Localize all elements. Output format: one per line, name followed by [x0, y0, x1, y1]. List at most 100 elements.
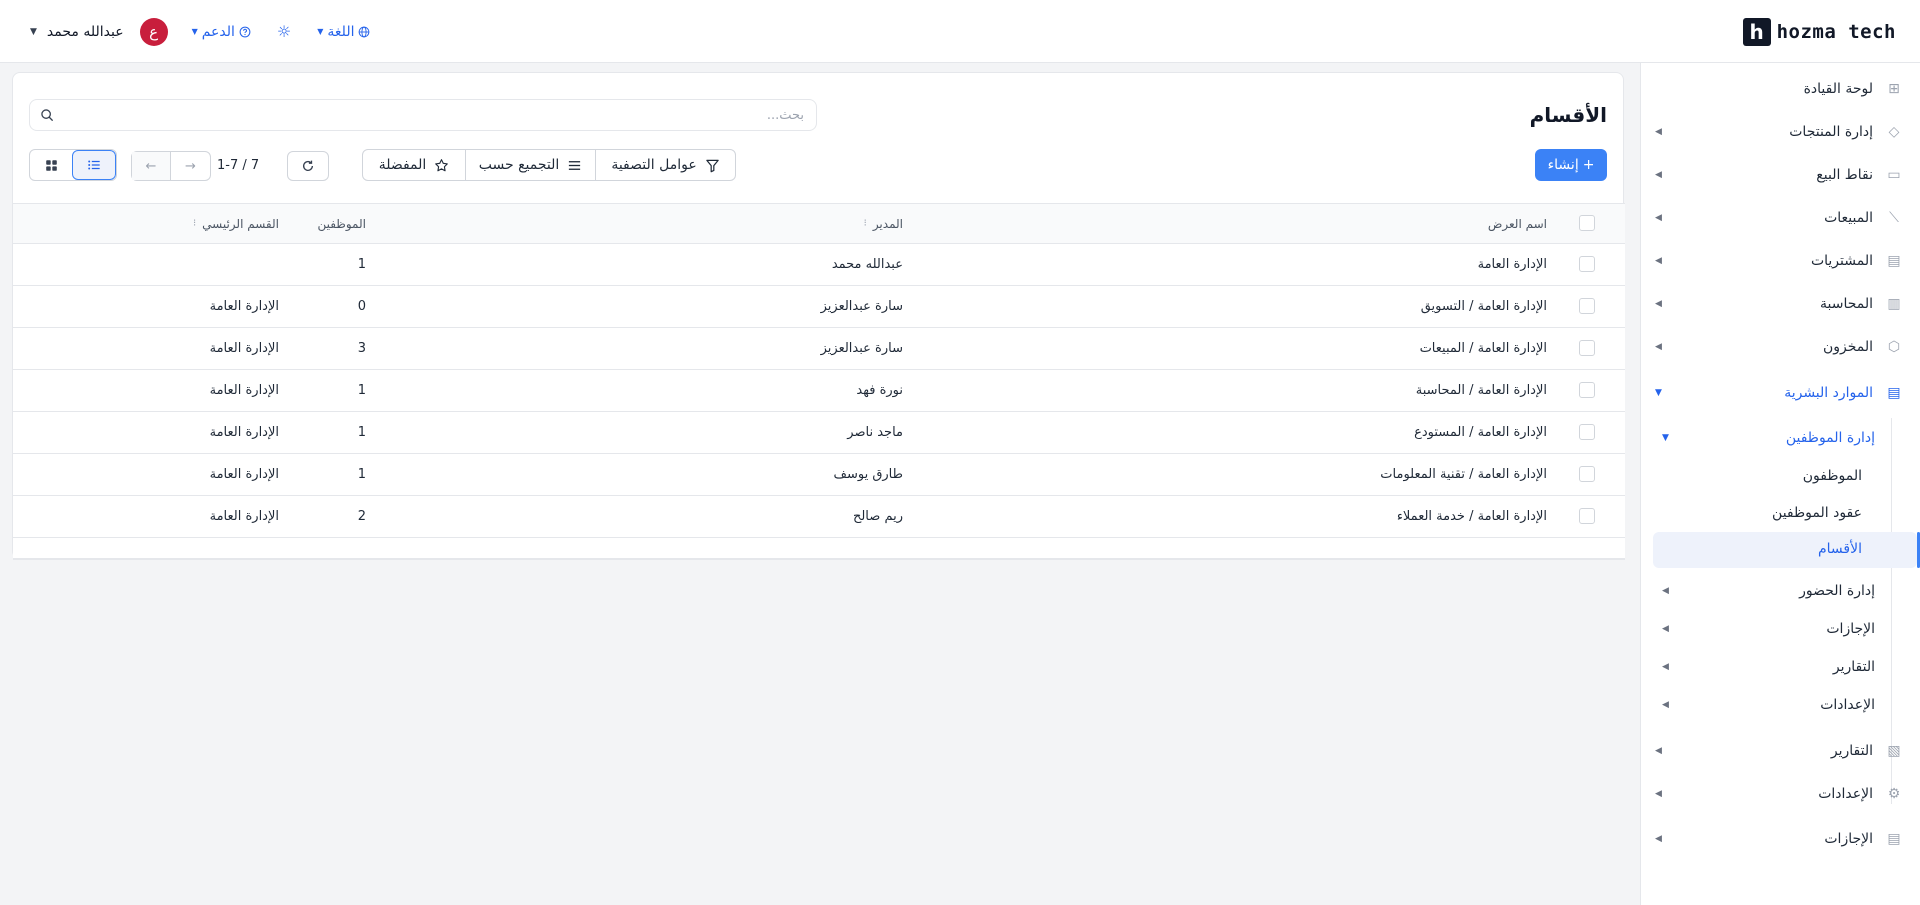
refresh-icon: [302, 160, 314, 171]
table-footer: [13, 538, 1625, 560]
cell-manager: ريم صالح: [852, 509, 903, 524]
table-row[interactable]: الإدارة العامة / التسويق سارة عبدالعزيز …: [13, 286, 1625, 328]
cell-employees: 1: [357, 383, 366, 398]
column-header-manager[interactable]: المدير ⁝: [864, 204, 903, 243]
plus-icon: +: [1582, 157, 1595, 173]
table-row[interactable]: الإدارة العامة / تقنية المعلومات طارق يو…: [13, 454, 1625, 496]
cell-employees: 1: [357, 467, 366, 482]
submenu-label: الإعدادات: [1820, 697, 1875, 713]
favorites-button[interactable]: المفضلة: [363, 150, 465, 180]
sidebar-item-reports[interactable]: ▧ التقارير ◀: [1640, 733, 1920, 769]
theme-toggle-sun-icon[interactable]: ☼: [277, 22, 291, 41]
brand-logo[interactable]: h hozma tech: [1742, 18, 1896, 46]
sidebar-item-accounting[interactable]: ▥ المحاسبة ◀: [1640, 286, 1920, 322]
submenu-employees[interactable]: الموظفون: [1640, 459, 1920, 493]
sidebar-item-label: الإعدادات: [1818, 786, 1873, 802]
sidebar-item-pos[interactable]: ▭ نقاط البيع ◀: [1640, 157, 1920, 193]
cell-employees: 1: [357, 257, 366, 272]
group-by-button[interactable]: التجميع حسب: [465, 150, 595, 180]
cell-name: الإدارة العامة / المبيعات: [1419, 341, 1547, 356]
submenu-label: عقود الموظفين: [1772, 505, 1862, 521]
next-page-arrow-icon[interactable]: →: [171, 152, 210, 180]
column-header-name[interactable]: اسم العرض: [1488, 204, 1547, 243]
sidebar-item-label: إدارة المنتجات: [1789, 124, 1873, 140]
row-checkbox[interactable]: [1579, 256, 1595, 272]
row-checkbox[interactable]: [1579, 340, 1595, 356]
filters-button[interactable]: عوامل التصفية: [595, 150, 735, 180]
column-header-label: المدير: [872, 216, 903, 231]
table-row[interactable]: الإدارة العامة / المستودع ماجد ناصر 1 ال…: [13, 412, 1625, 454]
logo-mark: h: [1742, 18, 1771, 46]
search-box[interactable]: [29, 99, 817, 131]
table-row[interactable]: الإدارة العامة عبدالله محمد 1: [13, 244, 1625, 286]
chevron-left-icon: ◀: [1662, 624, 1669, 634]
store-icon: ▭: [1887, 167, 1901, 183]
cell-employees: 3: [357, 341, 366, 356]
column-header-parent[interactable]: القسم الرئيسي ⁝: [193, 204, 279, 243]
refresh-button[interactable]: [287, 151, 329, 181]
search-icon[interactable]: [40, 108, 54, 122]
row-checkbox[interactable]: [1579, 382, 1595, 398]
box-icon: ⬡: [1887, 339, 1901, 355]
row-checkbox[interactable]: [1579, 298, 1595, 314]
grid-view-button[interactable]: [30, 150, 72, 180]
language-menu[interactable]: ▼ اللغة: [317, 24, 370, 40]
select-all-checkbox[interactable]: [1579, 215, 1595, 231]
sidebar-item-hr[interactable]: ▤ الموارد البشرية ▼: [1640, 375, 1920, 411]
row-checkbox[interactable]: [1579, 424, 1595, 440]
submenu-contracts[interactable]: عقود الموظفين: [1640, 496, 1920, 530]
sidebar-item-settings[interactable]: ⚙ الإعدادات ◀: [1640, 776, 1920, 812]
cell-parent: الإدارة العامة: [209, 341, 279, 356]
submenu-leaves[interactable]: الإجازات ◀: [1640, 612, 1920, 646]
sidebar-item-label: نقاط البيع: [1816, 167, 1873, 183]
submenu-settings[interactable]: الإعدادات ◀: [1640, 688, 1920, 722]
submenu-attendance[interactable]: إدارة الحضور ◀: [1640, 574, 1920, 608]
star-icon: [435, 158, 449, 171]
filter-toolbar: عوامل التصفية التجميع حسب المفضلة: [362, 149, 736, 181]
sidebar-item-dashboard[interactable]: ⊞ لوحة القيادة: [1640, 71, 1920, 107]
departments-table: اسم العرض المدير ⁝ الموظفين القسم الرئيس…: [13, 203, 1625, 560]
chevron-left-icon: ◀: [1655, 127, 1662, 137]
chevron-left-icon: ◀: [1662, 662, 1669, 672]
top-actions: ▼ عبدالله محمد ع ▼ الدعم ☼ ▼ اللغة: [30, 0, 396, 63]
column-header-employees[interactable]: الموظفين: [317, 204, 366, 243]
sidebar-item-leaves[interactable]: ▤ الإجازات ◀: [1640, 821, 1920, 857]
page-title: الأقسام: [1529, 103, 1607, 127]
tag-icon: ◇: [1888, 124, 1900, 140]
view-switcher: [29, 149, 117, 181]
column-options-icon[interactable]: ⁝: [193, 218, 196, 229]
logo-text: hozma tech: [1776, 21, 1896, 43]
table-row[interactable]: الإدارة العامة / المبيعات سارة عبدالعزيز…: [13, 328, 1625, 370]
support-menu[interactable]: ▼ الدعم: [192, 24, 251, 40]
submenu-reports[interactable]: التقارير ◀: [1640, 650, 1920, 684]
table-row[interactable]: الإدارة العامة / المحاسبة نورة فهد 1 الإ…: [13, 370, 1625, 412]
create-button[interactable]: + إنشاء: [1535, 149, 1607, 181]
sidebar-item-products[interactable]: ◇ إدارة المنتجات ◀: [1640, 114, 1920, 150]
sidebar-item-sales[interactable]: ⟋ المبيعات ◀: [1640, 200, 1920, 236]
submenu-employees-management[interactable]: إدارة الموظفين ▼: [1640, 421, 1920, 455]
column-options-icon[interactable]: ⁝: [864, 218, 867, 229]
sidebar-item-label: الموارد البشرية: [1784, 385, 1873, 401]
row-checkbox[interactable]: [1579, 466, 1595, 482]
help-circle-icon: [239, 26, 251, 37]
list-view-button[interactable]: [72, 150, 116, 180]
sidebar-item-inventory[interactable]: ⬡ المخزون ◀: [1640, 329, 1920, 365]
submenu-label: الأقسام: [1818, 541, 1862, 557]
submenu-label: إدارة الموظفين: [1785, 430, 1875, 446]
user-menu-caret-icon[interactable]: ▼: [30, 27, 37, 37]
sidebar-item-purchases[interactable]: ▤ المشتريات ◀: [1640, 243, 1920, 279]
submenu-departments[interactable]: الأقسام: [1640, 532, 1920, 568]
cell-employees: 1: [357, 425, 366, 440]
group-by-label: التجميع حسب: [478, 157, 560, 173]
sidebar: ⊞ لوحة القيادة ◇ إدارة المنتجات ◀ ▭ نقاط…: [1640, 63, 1920, 905]
cell-name: الإدارة العامة / المستودع: [1414, 425, 1547, 440]
row-checkbox[interactable]: [1579, 508, 1595, 524]
table-row[interactable]: الإدارة العامة / خدمة العملاء ريم صالح 2…: [13, 496, 1625, 538]
user-name[interactable]: عبدالله محمد: [47, 24, 124, 40]
support-label: الدعم: [201, 23, 235, 40]
gear-icon: ⚙: [1887, 786, 1901, 802]
search-input[interactable]: [64, 100, 804, 130]
avatar[interactable]: ع: [139, 17, 168, 46]
sidebar-item-label: المخزون: [1822, 339, 1873, 355]
previous-page-arrow-icon[interactable]: ←: [132, 152, 172, 180]
